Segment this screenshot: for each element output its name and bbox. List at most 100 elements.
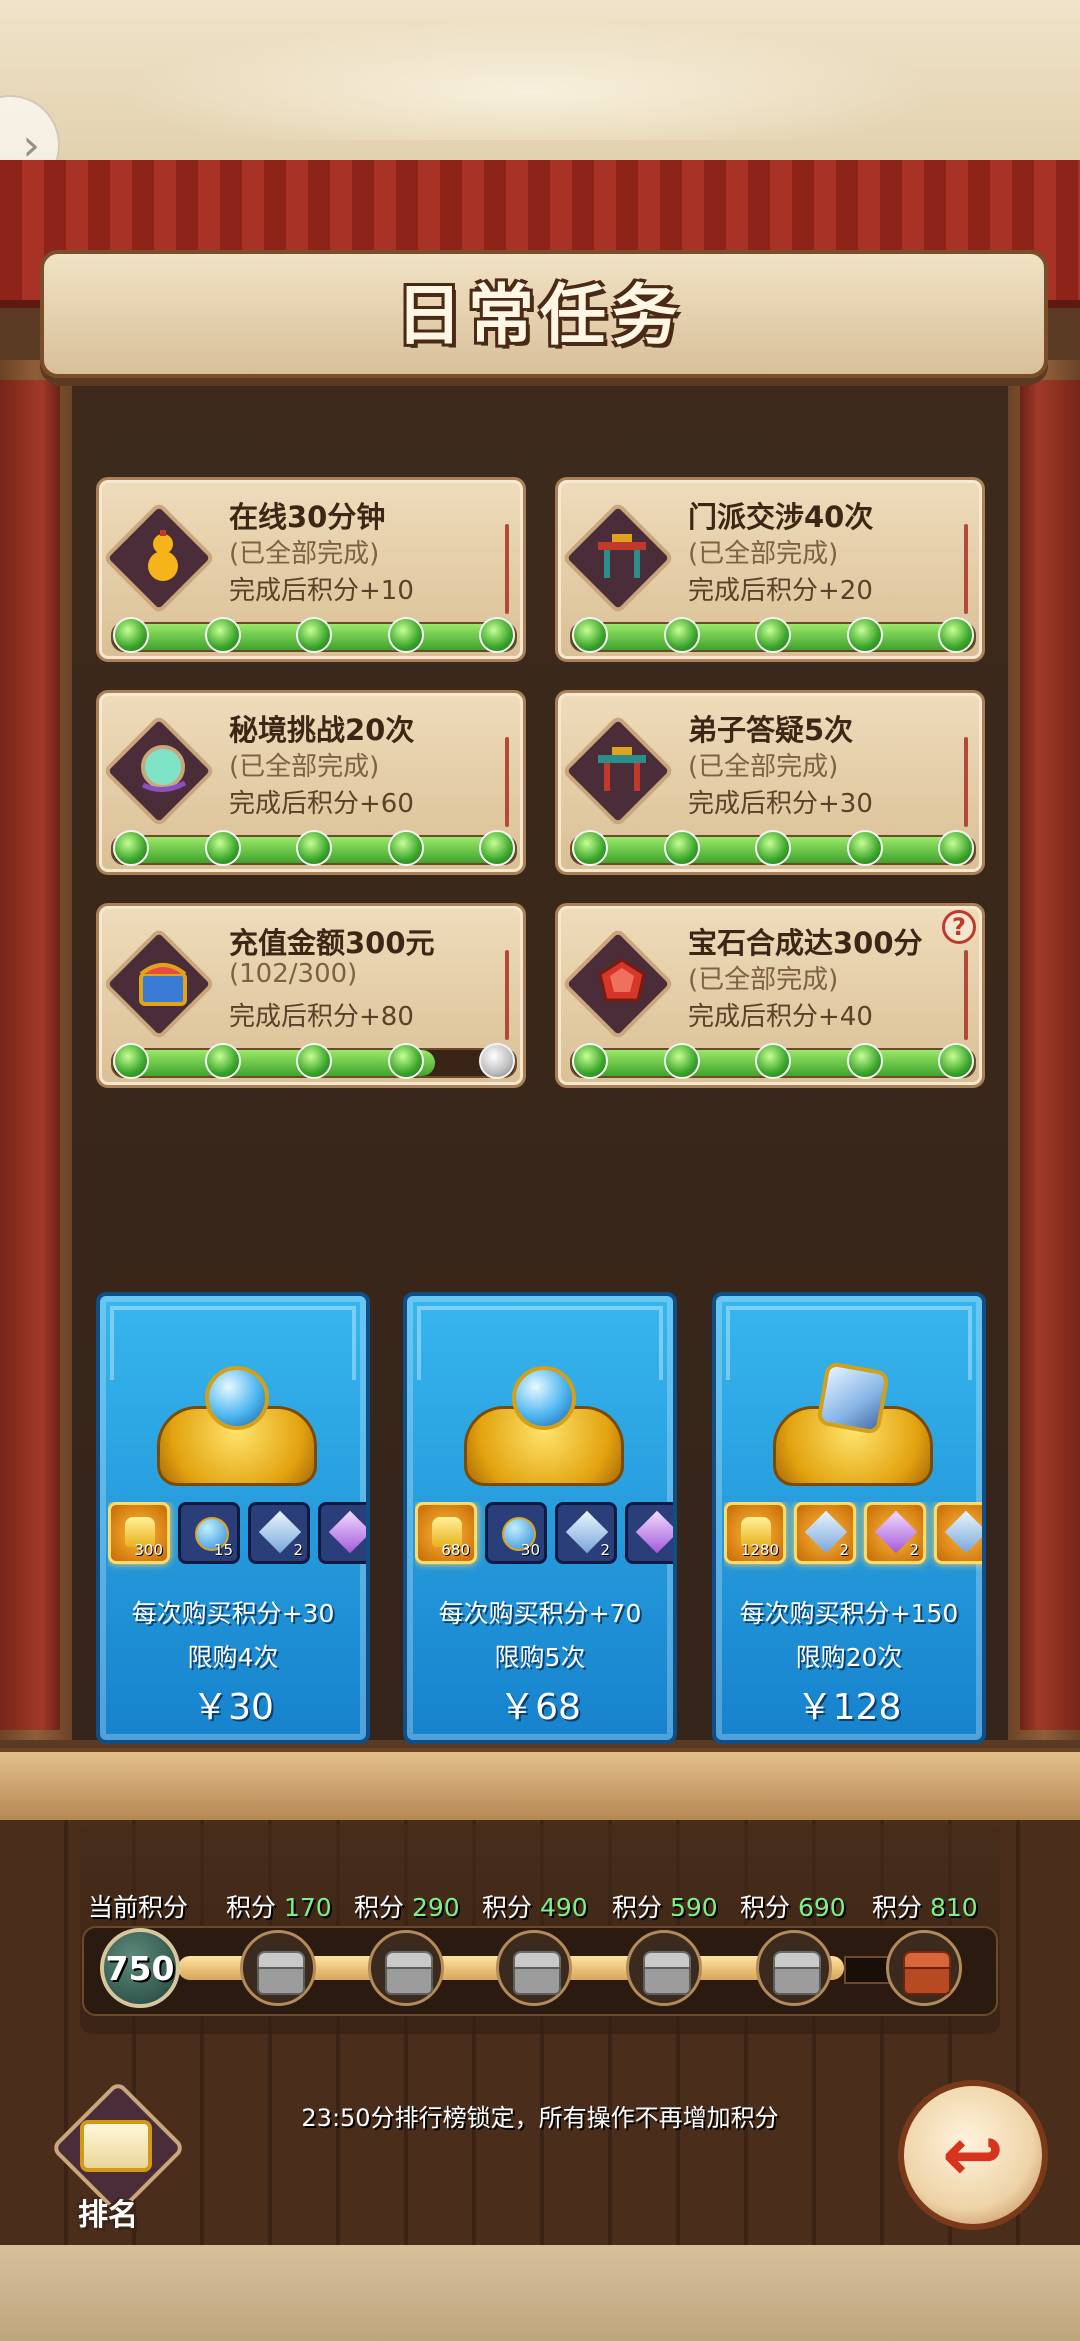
task-progress-bar [570, 830, 976, 866]
current-points-badge: 750 [100, 1928, 180, 2008]
progress-node [755, 1043, 791, 1079]
task-status: (已全部完成) [688, 539, 839, 569]
floor-beam [0, 1748, 1080, 1828]
divider [964, 524, 968, 614]
task-card-recharge[interactable]: 充值金额300元 (102/300) 完成后积分+80 [96, 903, 526, 1088]
task-name: 充值金额300元 [229, 926, 435, 960]
progress-node [479, 617, 515, 653]
task-status: (已全部完成) [229, 539, 380, 569]
pack-limit: 限购4次 [187, 1643, 279, 1672]
milestone-value: 490 [539, 1893, 588, 1922]
item-count: 15 [213, 1541, 233, 1559]
task-progress-bar [111, 830, 517, 866]
milestone-prefix: 积分 [482, 1893, 533, 1922]
pack-limit: 限购20次 [795, 1643, 903, 1672]
progress-node [387, 1043, 424, 1079]
pack-points-desc: 每次购买积分+70 [438, 1599, 642, 1628]
help-question-icon[interactable]: ? [942, 910, 976, 944]
ranking-label: 排名 [78, 2198, 138, 2233]
gift-pack-68[interactable]: 680 30 2 每次购买积分+70 限购5次 ￥68 [403, 1292, 677, 1744]
task-status: (102/300) [229, 959, 358, 989]
milestone-label: 积分 810 [872, 1888, 978, 1924]
orb-icon: 15 [178, 1502, 240, 1564]
progress-node [296, 1043, 332, 1079]
progress-node [663, 1043, 700, 1079]
progress-node [846, 1043, 883, 1079]
pack-price-button[interactable]: ￥128 [716, 1678, 982, 1730]
progress-node [113, 830, 149, 866]
progress-node [663, 830, 700, 866]
right-curtain [1020, 380, 1080, 1730]
task-reward: 完成后积分+80 [229, 1002, 414, 1032]
milestone-value: 690 [797, 1893, 846, 1922]
silver-chest-icon[interactable] [368, 1930, 444, 2006]
purple-crystal-icon [625, 1502, 673, 1564]
pack-price-button[interactable]: ￥68 [407, 1678, 673, 1730]
gold-ingot-icon: 1280 [724, 1502, 786, 1564]
milestone-value: 170 [283, 1893, 332, 1922]
milestone-label: 积分 490 [482, 1888, 588, 1924]
progress-node [113, 617, 149, 653]
milestone-prefix: 积分 [612, 1893, 663, 1922]
progress-node [572, 1043, 608, 1079]
current-points-label: 当前积分 [88, 1893, 189, 1922]
progress-node [663, 617, 700, 653]
gem-icon [582, 942, 662, 1022]
task-reward: 完成后积分+30 [688, 789, 873, 819]
task-card-online[interactable]: 在线30分钟 (已全部完成) 完成后积分+10 [96, 477, 526, 662]
gate-icon [582, 516, 662, 596]
pack-items: 300 15 2 [108, 1502, 366, 1572]
task-name: 弟子答疑5次 [688, 713, 854, 747]
silver-chest-icon[interactable] [756, 1930, 832, 2006]
milestone-label: 积分 690 [740, 1888, 846, 1924]
progress-node [755, 617, 791, 653]
item-count: 1280 [740, 1541, 779, 1559]
mirror-icon [123, 729, 203, 809]
treasure-chest-icon [773, 1360, 933, 1486]
task-card-gem-synthesis[interactable]: 宝石合成达300分 (已全部完成) 完成后积分+40 ? [555, 903, 985, 1088]
milestone-prefix: 积分 [354, 1893, 405, 1922]
green-crystal-icon [934, 1502, 982, 1564]
progress-node [387, 830, 424, 866]
left-curtain [0, 380, 60, 1730]
milestone-prefix: 积分 [872, 1893, 923, 1922]
return-arrow-icon: ↩ [941, 2112, 1004, 2198]
task-name: 秘境挑战20次 [229, 713, 415, 747]
task-name: 宝石合成达300分 [688, 926, 923, 960]
silver-chest-icon[interactable] [496, 1930, 572, 2006]
progress-node [479, 1043, 515, 1079]
gift-pack-128[interactable]: 1280 2 2 每次购买积分+150 限购20次 ￥128 [712, 1292, 986, 1744]
progress-node [938, 830, 974, 866]
treasure-chest-icon [157, 1366, 317, 1486]
silver-chest-icon[interactable] [626, 1930, 702, 2006]
task-card-secret-realm[interactable]: 秘境挑战20次 (已全部完成) 完成后积分+60 [96, 690, 526, 875]
gold-ingot-icon: 300 [108, 1502, 170, 1564]
gourd-icon [123, 516, 203, 596]
progress-node [846, 830, 883, 866]
divider [964, 737, 968, 827]
golden-chest-icon[interactable] [886, 1930, 962, 2006]
progress-node [204, 1043, 241, 1079]
item-count: 2 [293, 1541, 303, 1559]
progress-node [479, 830, 515, 866]
gold-ingot-icon: 680 [415, 1502, 477, 1564]
pack-price-button[interactable]: ￥30 [100, 1678, 366, 1730]
task-reward: 完成后积分+40 [688, 1002, 873, 1032]
divider [964, 950, 968, 1040]
progress-fill [113, 1050, 435, 1076]
milestone-label: 积分 590 [612, 1888, 718, 1924]
pack-points-desc: 每次购买积分+150 [739, 1599, 959, 1628]
divider [505, 950, 509, 1040]
item-count: 2 [839, 1541, 849, 1559]
progress-node [387, 617, 424, 653]
gift-pack-30[interactable]: 300 15 2 每次购买积分+30 限购4次 ￥30 [96, 1292, 370, 1744]
task-card-disciple-qa[interactable]: 弟子答疑5次 (已全部完成) 完成后积分+30 [555, 690, 985, 875]
milestone-prefix: 积分 [740, 1893, 791, 1922]
ranking-button[interactable]: 排名 [48, 2080, 188, 2233]
task-card-sect-negotiation[interactable]: 门派交涉40次 (已全部完成) 完成后积分+20 [555, 477, 985, 662]
task-progress-bar [111, 1043, 517, 1079]
silver-chest-icon[interactable] [240, 1930, 316, 2006]
progress-node [938, 1043, 974, 1079]
pack-items: 680 30 2 [415, 1502, 673, 1572]
return-button[interactable]: ↩ [898, 2080, 1048, 2230]
